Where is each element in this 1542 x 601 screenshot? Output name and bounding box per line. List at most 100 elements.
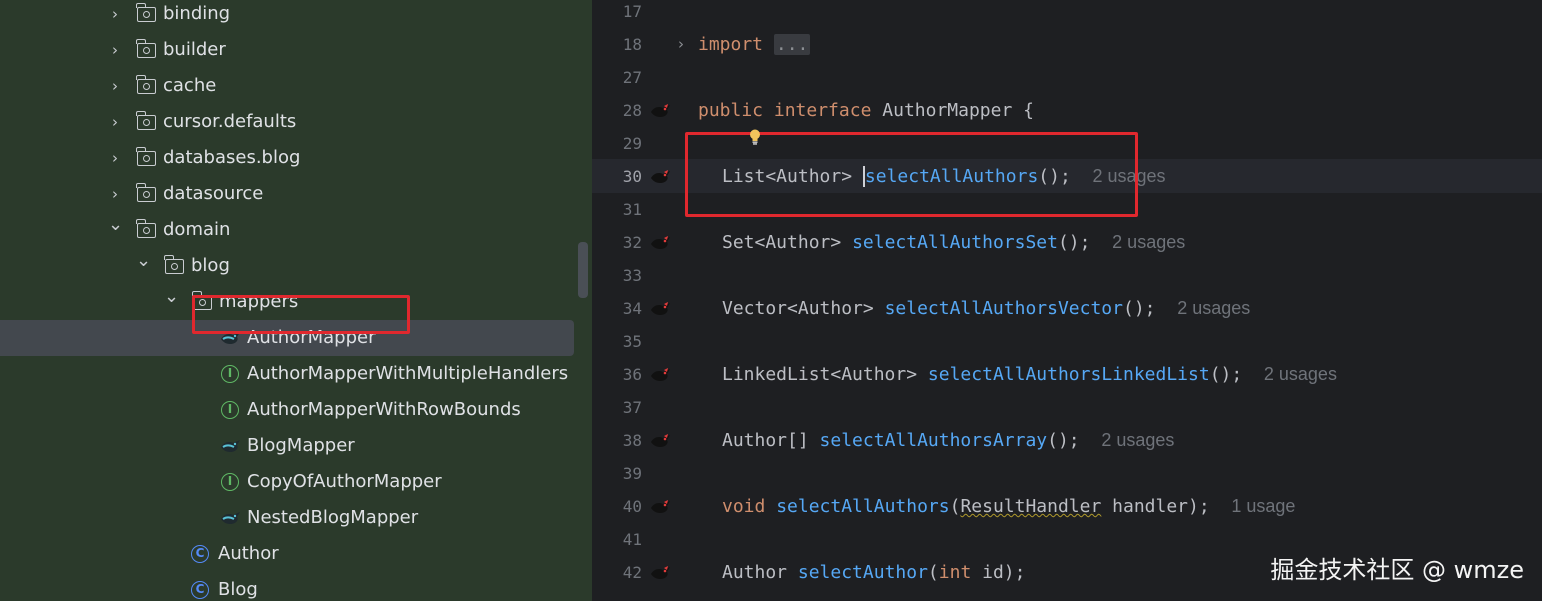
method-name[interactable]: selectAllAuthorsSet	[852, 232, 1058, 253]
tree-item-label: builder	[163, 39, 226, 60]
chevron-down-icon[interactable]: ⌄	[164, 284, 179, 320]
method-tail: ();	[1122, 298, 1156, 319]
lightbulb-icon[interactable]	[749, 129, 761, 145]
tree-item-cursor-defaults[interactable]: › cursor.defaults	[0, 104, 574, 140]
code-line-28: public interface AuthorMapper {	[698, 94, 1034, 127]
tree-item-label: databases.blog	[163, 147, 301, 168]
project-tree-panel: › binding › builder › cache › cursor.defaults › d…	[0, 0, 592, 601]
open-paren: (	[927, 562, 939, 583]
mybatis-navigate-icon[interactable]	[650, 367, 672, 383]
interface-icon: I	[221, 473, 239, 491]
line-number: 38	[622, 431, 642, 450]
code-editor[interactable]: 17 18 27 28 29 30 31 32 33 34 35 36 37 38 39 40 41 42 › i…	[592, 0, 1542, 601]
interface-icon: I	[221, 401, 239, 419]
tree-item-binding[interactable]: › binding	[0, 0, 574, 32]
mybatis-navigate-icon[interactable]	[650, 235, 672, 251]
tree-item-builder[interactable]: › builder	[0, 32, 574, 68]
line-number: 31	[622, 200, 642, 219]
folder-icon	[136, 111, 156, 130]
param-name: id);	[971, 562, 1026, 583]
tree-item-label: AuthorMapperWithRowBounds	[247, 399, 521, 420]
usages-hint[interactable]: 2 usages	[1101, 430, 1174, 450]
tree-item-authormapperwithrowbounds[interactable]: I AuthorMapperWithRowBounds	[0, 392, 574, 428]
chevron-right-icon[interactable]: ›	[108, 104, 122, 140]
usages-hint[interactable]: 2 usages	[1177, 298, 1250, 318]
tree-item-blog[interactable]: C Blog	[0, 572, 574, 601]
line-number: 42	[622, 563, 642, 582]
method-name[interactable]: selectAllAuthorsArray	[820, 430, 1048, 451]
usages-hint[interactable]: 2 usages	[1112, 232, 1185, 252]
line-number: 29	[622, 134, 642, 153]
tree-item-nestedblogmapper[interactable]: NestedBlogMapper	[0, 500, 574, 536]
param-type: ResultHandler	[960, 496, 1102, 517]
line-number: 41	[622, 530, 642, 549]
line-number: 36	[622, 365, 642, 384]
tree-item-label: Author	[218, 543, 279, 564]
watermark: 掘金技术社区 @ wmze	[1270, 556, 1524, 584]
tree-item-blogmapper[interactable]: BlogMapper	[0, 428, 574, 464]
chevron-down-icon[interactable]: ⌄	[108, 212, 123, 248]
folder-icon	[136, 3, 156, 22]
folder-icon	[136, 75, 156, 94]
line-number: 33	[622, 266, 642, 285]
chevron-down-icon[interactable]: ⌄	[136, 248, 151, 284]
method-name[interactable]: selectAllAuthorsLinkedList	[928, 364, 1210, 385]
code-line-18: import ...	[698, 28, 811, 61]
tree-item-label: blog	[191, 255, 230, 276]
tree-item-datasource[interactable]: › datasource	[0, 176, 574, 212]
method-name[interactable]: selectAllAuthorsVector	[885, 298, 1123, 319]
method-tail: ();	[1209, 364, 1243, 385]
mybatis-navigate-icon[interactable]	[650, 169, 672, 185]
fold-chevron-icon[interactable]: ›	[678, 35, 684, 53]
return-type: Set<Author>	[722, 232, 842, 253]
folder-icon	[136, 219, 156, 238]
code-line-34: Vector<Author> selectAllAuthorsVector();…	[722, 292, 1250, 325]
method-name[interactable]: selectAllAuthors	[776, 496, 949, 517]
keyword-public: public	[698, 100, 764, 121]
method-name[interactable]: selectAuthor	[798, 562, 928, 583]
tree-item-label: CopyOfAuthorMapper	[247, 471, 442, 492]
usages-hint[interactable]: 2 usages	[1264, 364, 1337, 384]
interface-name: AuthorMapper	[882, 100, 1013, 121]
selected-file-highlight-box	[192, 295, 410, 334]
folder-icon	[164, 255, 184, 274]
mybatis-navigate-icon[interactable]	[650, 433, 672, 449]
tree-item-author[interactable]: C Author	[0, 536, 574, 572]
tree-item-label: binding	[163, 3, 231, 24]
tree-item-label: domain	[163, 219, 231, 240]
mybatis-navigate-icon[interactable]	[650, 301, 672, 317]
tree-item-authormapperwithmultiplehandlers[interactable]: I AuthorMapperWithMultipleHandlers	[0, 356, 574, 392]
chevron-right-icon[interactable]: ›	[108, 32, 122, 68]
mybatis-navigate-icon[interactable]	[650, 103, 672, 119]
folded-imports[interactable]: ...	[773, 34, 811, 55]
mybatis-navigate-icon[interactable]	[650, 565, 672, 581]
tree-item-domain[interactable]: ⌄ domain	[0, 212, 574, 248]
line-number: 18	[622, 35, 642, 54]
method-tail: ();	[1047, 430, 1080, 451]
chevron-right-icon[interactable]: ›	[108, 140, 122, 176]
folder-icon	[136, 147, 156, 166]
tree-item-label: datasource	[163, 183, 264, 204]
line-number: 37	[622, 398, 642, 417]
tree-item-copyofauthormapper[interactable]: I CopyOfAuthorMapper	[0, 464, 574, 500]
tree-item-databases-blog[interactable]: › databases.blog	[0, 140, 574, 176]
class-icon: C	[191, 545, 209, 563]
usages-hint[interactable]: 1 usage	[1231, 496, 1295, 516]
line-number: 32	[622, 233, 642, 252]
open-brace: {	[1023, 100, 1034, 121]
line-number: 40	[622, 497, 642, 516]
folder-icon	[136, 39, 156, 58]
chevron-right-icon[interactable]: ›	[108, 0, 122, 32]
tree-item-blog[interactable]: ⌄ blog	[0, 248, 574, 284]
keyword-int: int	[938, 562, 972, 583]
tree-item-cache[interactable]: › cache	[0, 68, 574, 104]
tree-scrollbar-thumb[interactable]	[578, 242, 588, 298]
code-line-32: Set<Author> selectAllAuthorsSet(); 2 usa…	[722, 226, 1185, 259]
mybatis-navigate-icon[interactable]	[650, 499, 672, 515]
param-name: handler);	[1101, 496, 1210, 517]
tree-item-label: BlogMapper	[247, 435, 355, 456]
folder-icon	[136, 183, 156, 202]
line-number: 35	[622, 332, 642, 351]
chevron-right-icon[interactable]: ›	[108, 176, 122, 212]
chevron-right-icon[interactable]: ›	[108, 68, 122, 104]
